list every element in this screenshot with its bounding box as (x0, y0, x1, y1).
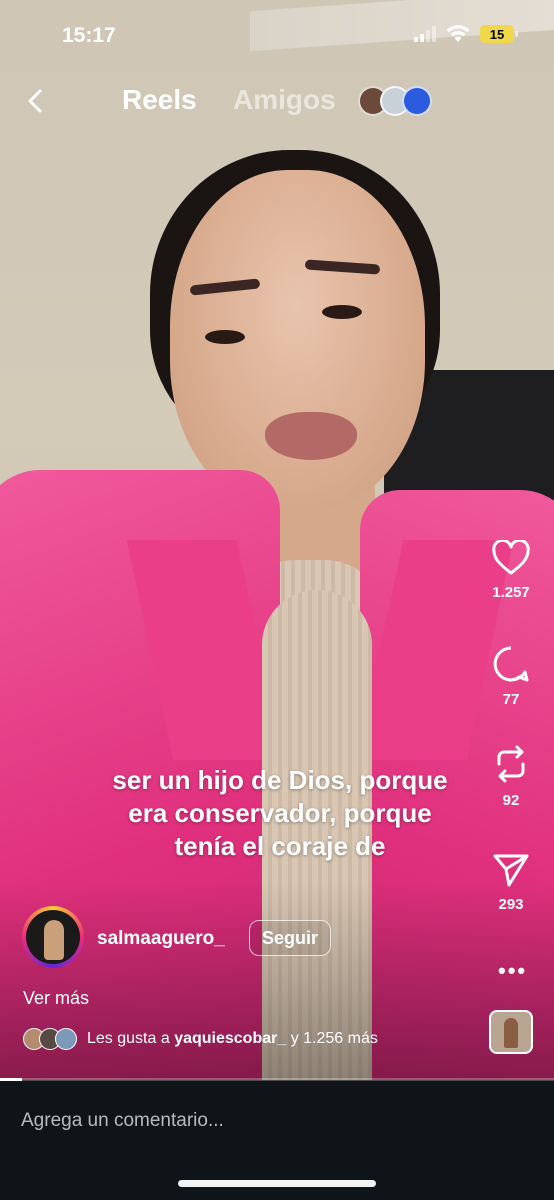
caption-line: ser un hijo de Dios, porque (112, 765, 448, 795)
wifi-icon (446, 25, 470, 42)
comment-input[interactable]: Agrega un comentario... (21, 1110, 224, 1132)
likes-summary[interactable]: Les gusta a yaquiescobar_ y 1.256 más (23, 1028, 378, 1050)
cellular-signal-icon (414, 26, 436, 42)
chevron-left-icon[interactable] (22, 86, 52, 116)
friend-avatar (402, 86, 432, 116)
likes-text: Les gusta a yaquiescobar_ y 1.256 más (87, 1030, 378, 1048)
heart-icon (492, 540, 530, 575)
like-button[interactable]: 1.257 (481, 540, 541, 601)
likes-suffix: y 1.256 más (290, 1030, 378, 1047)
status-icons: 15 (414, 25, 518, 43)
reel-video[interactable] (0, 0, 554, 1080)
see-more-link[interactable]: Ver más (23, 988, 89, 1009)
more-dots-icon[interactable]: ••• (498, 958, 527, 984)
bottom-shade (0, 880, 554, 1080)
video-caption: ser un hijo de Dios, porque era conserva… (60, 764, 500, 863)
comment-button[interactable]: 77 (481, 645, 541, 708)
battery-icon: 15 (480, 25, 518, 43)
caption-line: era conservador, porque (128, 798, 432, 828)
author-avatar[interactable] (22, 906, 84, 968)
follow-button[interactable]: Seguir (249, 920, 332, 956)
author-username[interactable]: salmaaguero_ (97, 928, 225, 950)
right-eye (322, 305, 362, 319)
lips (265, 412, 357, 460)
share-count: 293 (498, 896, 524, 913)
caption-line: tenía el coraje de (174, 831, 386, 861)
comment-count: 77 (502, 691, 520, 708)
home-indicator[interactable] (178, 1180, 376, 1187)
tab-reels[interactable]: Reels (122, 84, 197, 116)
likers-avatars (23, 1028, 77, 1050)
left-eye (205, 330, 245, 344)
likes-prefix: Les gusta a (87, 1030, 170, 1047)
liker-username[interactable]: yaquiescobar_ (174, 1030, 286, 1047)
tab-friends[interactable]: Amigos (233, 84, 336, 116)
liker-avatar (55, 1028, 77, 1050)
status-time: 15:17 (62, 24, 116, 47)
audio-thumbnail[interactable] (489, 1010, 533, 1054)
friends-avatars[interactable] (358, 86, 432, 116)
like-count: 1.257 (492, 584, 530, 601)
comment-bubble-icon (493, 646, 529, 682)
